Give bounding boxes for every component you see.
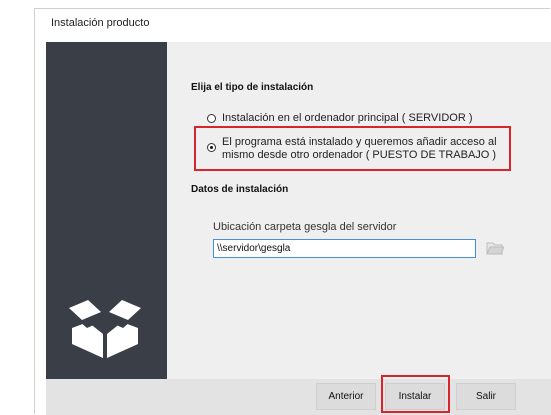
server-folder-input[interactable] xyxy=(213,239,476,258)
install-data-heading: Datos de instalación xyxy=(191,184,289,195)
exit-button[interactable]: Salir xyxy=(456,383,516,410)
install-type-heading: Elija el tipo de instalación xyxy=(191,82,314,93)
previous-button[interactable]: Anterior xyxy=(316,383,376,410)
option-server[interactable]: Instalación en el ordenador principal ( … xyxy=(207,112,472,125)
install-button-highlight xyxy=(381,375,450,413)
radio-workstation[interactable] xyxy=(207,143,216,152)
server-folder-label: Ubicación carpeta gesgla del servidor xyxy=(213,221,397,233)
window-title: Instalación producto xyxy=(51,17,150,29)
radio-server[interactable] xyxy=(207,114,216,123)
side-panel xyxy=(46,42,167,379)
option-server-label: Instalación en el ordenador principal ( … xyxy=(222,112,473,124)
folder-icon[interactable] xyxy=(486,240,504,256)
option-workstation-label: El programa está instalado y queremos añ… xyxy=(222,136,497,161)
option-workstation[interactable]: El programa está instalado y queremos añ… xyxy=(207,136,497,162)
open-box-icon xyxy=(69,300,141,358)
